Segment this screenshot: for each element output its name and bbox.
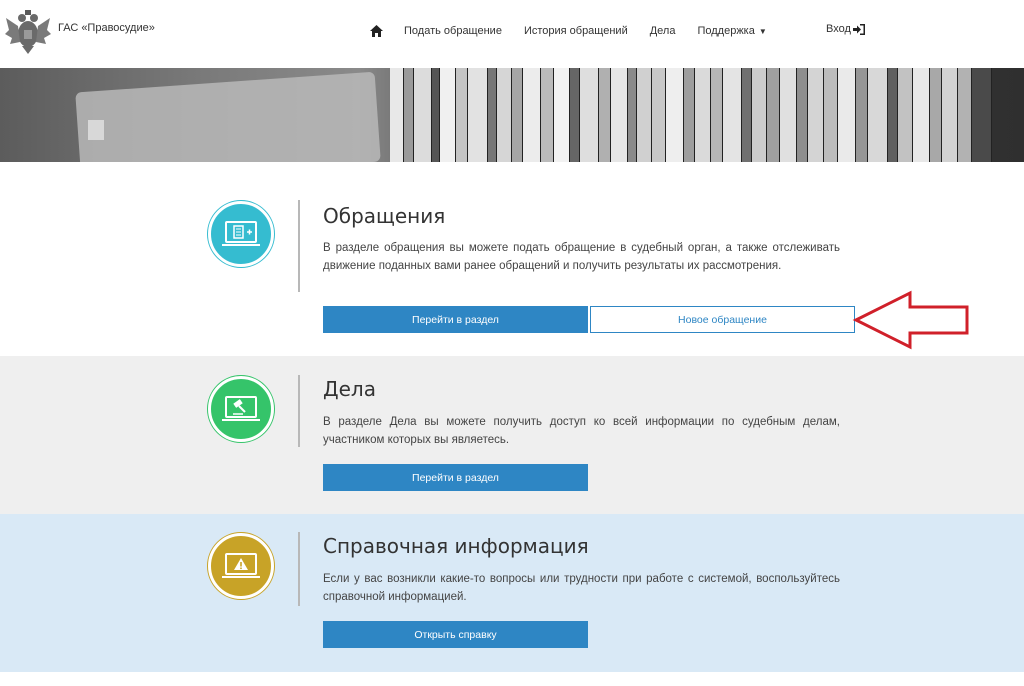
laptop-document-icon xyxy=(222,221,260,246)
section-title: Дела xyxy=(323,377,376,401)
laptop-gavel-icon xyxy=(222,396,260,421)
home-icon[interactable] xyxy=(368,23,384,39)
header: ГАС «Правосудие» Подать обращение Истори… xyxy=(0,0,1024,68)
login-link[interactable]: Вход xyxy=(826,23,865,35)
nav-support-dropdown[interactable]: Поддержка ▼ xyxy=(697,25,766,37)
new-appeal-button[interactable]: Новое обращение xyxy=(590,306,855,333)
section-title: Справочная информация xyxy=(323,534,589,558)
section-description: В разделе Дела вы можете получить доступ… xyxy=(323,416,840,446)
nav-submit-appeal[interactable]: Подать обращение xyxy=(404,25,502,37)
annotation-arrow-icon xyxy=(852,290,969,350)
login-label: Вход xyxy=(826,23,851,35)
cases-circle xyxy=(208,376,274,442)
nav-cases[interactable]: Дела xyxy=(650,25,676,37)
section-description: Если у вас возникли какие-то вопросы или… xyxy=(323,573,840,603)
banner-card-shape xyxy=(75,71,381,162)
nav-appeal-history[interactable]: История обращений xyxy=(524,25,628,37)
open-help-button[interactable]: Открыть справку xyxy=(323,621,588,648)
goto-appeals-button[interactable]: Перейти в раздел xyxy=(323,306,588,333)
emblem-icon[interactable] xyxy=(4,8,52,56)
laptop-warning-icon xyxy=(222,553,260,578)
section-description: В разделе обращения вы можете подать обр… xyxy=(323,242,840,272)
section-divider xyxy=(298,375,300,447)
section-cases: Дела В разделе Дела вы можете получить д… xyxy=(0,356,1024,514)
main-nav: Подать обращение История обращений Дела … xyxy=(368,21,789,41)
section-divider xyxy=(298,532,300,606)
banner-card-slot xyxy=(88,120,104,140)
goto-cases-button[interactable]: Перейти в раздел xyxy=(323,464,588,491)
brand-name[interactable]: ГАС «Правосудие» xyxy=(58,22,155,34)
section-divider xyxy=(298,200,300,292)
appeals-circle xyxy=(208,201,274,267)
hero-banner xyxy=(0,68,1024,162)
section-title: Обращения xyxy=(323,204,446,228)
sign-in-icon xyxy=(852,23,865,35)
banner-binders xyxy=(390,68,1024,162)
help-circle xyxy=(208,533,274,599)
section-help: Справочная информация Если у вас возникл… xyxy=(0,514,1024,672)
nav-support-label: Поддержка xyxy=(697,25,755,37)
caret-down-icon: ▼ xyxy=(758,26,767,36)
